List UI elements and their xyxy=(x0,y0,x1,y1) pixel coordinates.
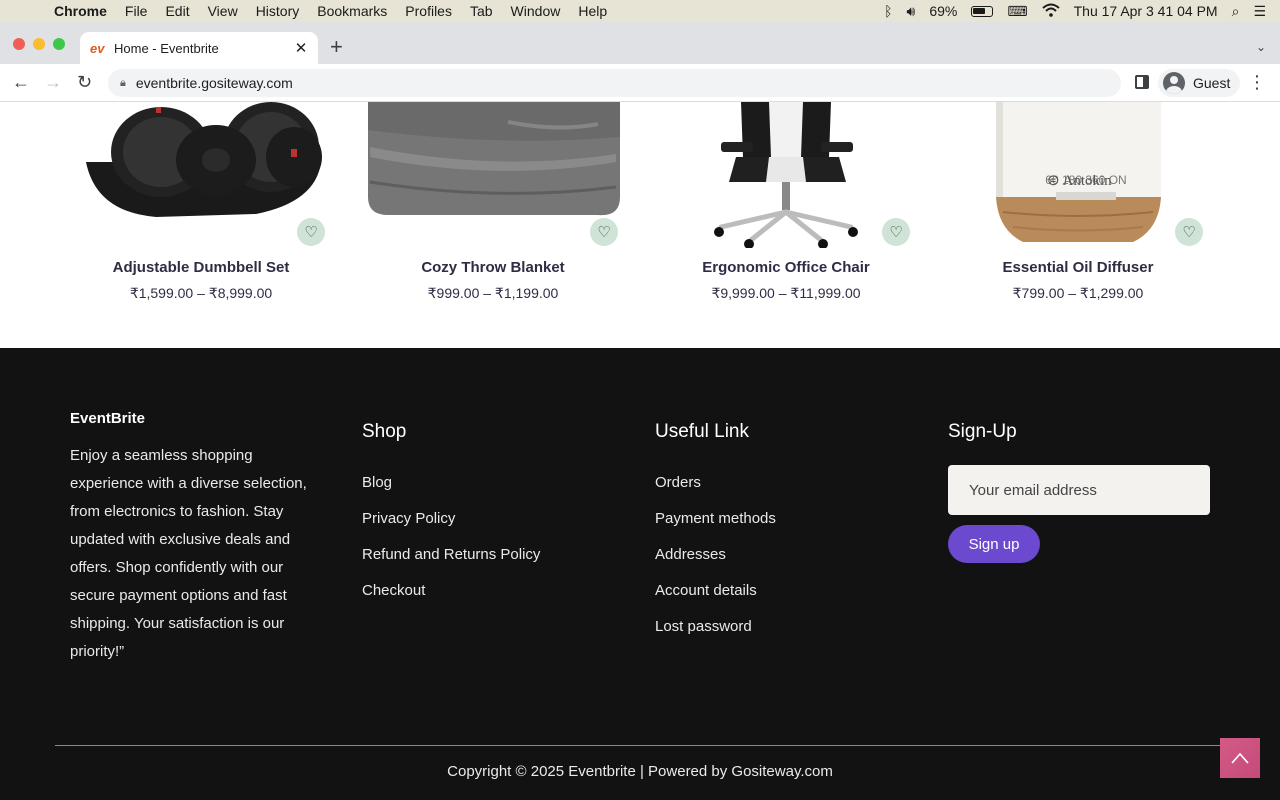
footer-link-blog[interactable]: Blog xyxy=(362,472,540,508)
product-price: ₹9,999.00 – ₹11,999.00 xyxy=(711,285,861,301)
chevron-up-icon xyxy=(1231,748,1249,769)
menu-window[interactable]: Window xyxy=(511,3,561,19)
copyright-text: Copyright © 2025 Eventbrite | Powered by… xyxy=(447,763,833,780)
bluetooth-icon[interactable]: ᛒ xyxy=(884,3,892,19)
diffuser-brand-text: Antokin xyxy=(1062,173,1112,189)
url-text[interactable]: eventbrite.gositeway.com xyxy=(136,75,293,91)
menu-history[interactable]: History xyxy=(256,3,300,19)
site-footer: EventBrite Enjoy a seamless shopping exp… xyxy=(0,348,1280,800)
battery-icon[interactable] xyxy=(971,5,994,17)
shop-heading: Shop xyxy=(362,421,407,442)
new-tab-button[interactable]: + xyxy=(330,36,343,58)
diffuser-brand-label: ⊜ Antokin xyxy=(1047,173,1112,189)
menu-tab[interactable]: Tab xyxy=(470,3,493,19)
product-name[interactable]: Essential Oil Diffuser xyxy=(943,259,1213,276)
product-card[interactable]: ♡ Ergonomic Office Chair ₹9,999.00 – ₹11… xyxy=(651,102,921,348)
menu-help[interactable]: Help xyxy=(578,3,607,19)
product-card[interactable]: ♡ Cozy Throw Blanket ₹999.00 – ₹1,199.00 xyxy=(358,102,628,348)
os-menu-bar: Chrome File Edit View History Bookmarks … xyxy=(0,0,1280,22)
status-area: ᛒ 🔊︎ 69% ⌨ Thu 17 Apr 3 41 04 PM ⌕ ☰ xyxy=(884,0,1266,22)
spotlight-search-icon[interactable]: ⌕ xyxy=(1232,3,1240,20)
close-tab-icon[interactable]: ✕ xyxy=(290,39,312,57)
tab-title: Home - Eventbrite xyxy=(114,40,219,56)
email-field[interactable] xyxy=(948,465,1210,515)
close-window-button[interactable] xyxy=(13,38,25,50)
footer-link-account-details[interactable]: Account details xyxy=(655,580,776,616)
menu-bookmarks[interactable]: Bookmarks xyxy=(317,3,387,19)
footer-link-refund-returns[interactable]: Refund and Returns Policy xyxy=(362,544,540,580)
footer-about-text: Enjoy a seamless shopping experience wit… xyxy=(70,447,307,660)
reload-button[interactable]: ↻ xyxy=(77,72,92,93)
menu-file[interactable]: File xyxy=(125,3,148,19)
menu-edit[interactable]: Edit xyxy=(165,3,189,19)
wifi-icon[interactable] xyxy=(1041,3,1060,20)
control-center-icon[interactable]: ☰ xyxy=(1253,3,1266,20)
footer-link-checkout[interactable]: Checkout xyxy=(362,580,540,616)
footer-brand: EventBrite xyxy=(70,410,146,427)
product-card[interactable]: 60 180 360 ON ⊜ Antokin ♡ Essential Oil … xyxy=(943,102,1213,348)
product-name[interactable]: Adjustable Dumbbell Set xyxy=(66,259,336,276)
profile-label: Guest xyxy=(1193,75,1231,91)
footer-link-privacy-policy[interactable]: Privacy Policy xyxy=(362,508,540,544)
tab-favicon: ev xyxy=(90,40,105,56)
product-image-dumbbells[interactable] xyxy=(66,102,336,248)
chrome-menu-icon[interactable]: ⋮ xyxy=(1248,72,1266,93)
useful-links-heading: Useful Link xyxy=(655,421,749,442)
battery-percent[interactable]: 69% xyxy=(929,3,957,19)
product-name[interactable]: Ergonomic Office Chair xyxy=(651,259,921,276)
menu-app-name[interactable]: Chrome xyxy=(54,3,107,19)
sign-up-button[interactable]: Sign up xyxy=(948,525,1040,563)
guest-avatar-icon xyxy=(1163,72,1185,94)
menu-profiles[interactable]: Profiles xyxy=(405,3,452,19)
product-price: ₹999.00 – ₹1,199.00 xyxy=(427,285,559,301)
product-price: ₹1,599.00 – ₹8,999.00 xyxy=(129,285,273,301)
product-price: ₹799.00 – ₹1,299.00 xyxy=(1012,285,1144,301)
back-button[interactable]: ← xyxy=(12,72,30,93)
product-name[interactable]: Cozy Throw Blanket xyxy=(358,259,628,276)
scroll-to-top-button[interactable] xyxy=(1220,738,1260,778)
footer-divider xyxy=(55,745,1225,746)
browser-toolbar: ← → ↻ 🔒︎ eventbrite.gositeway.com Guest … xyxy=(0,64,1280,102)
forward-button[interactable]: → xyxy=(44,72,62,93)
browser-tab-active[interactable]: ev Home - Eventbrite ✕ xyxy=(80,32,318,64)
profile-button[interactable]: Guest xyxy=(1158,69,1240,97)
minimize-window-button[interactable] xyxy=(33,38,45,50)
volume-icon[interactable]: 🔊︎ xyxy=(907,3,916,20)
useful-links: Orders Payment methods Addresses Account… xyxy=(655,472,776,652)
wishlist-heart-icon[interactable]: ♡ xyxy=(590,218,618,246)
product-image-office-chair[interactable] xyxy=(651,102,921,248)
footer-link-orders[interactable]: Orders xyxy=(655,472,776,508)
product-image-diffuser[interactable]: 60 180 360 ON ⊜ Antokin xyxy=(943,102,1213,248)
maximize-window-button[interactable] xyxy=(53,38,65,50)
wishlist-heart-icon[interactable]: ♡ xyxy=(297,218,325,246)
address-bar[interactable]: 🔒︎ eventbrite.gositeway.com xyxy=(108,69,1121,97)
footer-link-payment-methods[interactable]: Payment methods xyxy=(655,508,776,544)
web-page: ♡ Adjustable Dumbbell Set ₹1,599.00 – ₹8… xyxy=(0,102,1280,800)
shop-links: Blog Privacy Policy Refund and Returns P… xyxy=(362,472,540,616)
product-image-blanket[interactable] xyxy=(358,102,628,248)
footer-link-lost-password[interactable]: Lost password xyxy=(655,616,776,652)
wishlist-heart-icon[interactable]: ♡ xyxy=(882,218,910,246)
lock-icon[interactable]: 🔒︎ xyxy=(120,77,126,90)
keyboard-input-icon[interactable]: ⌨ xyxy=(1007,3,1027,20)
footer-link-addresses[interactable]: Addresses xyxy=(655,544,776,580)
product-grid: ♡ Adjustable Dumbbell Set ₹1,599.00 – ₹8… xyxy=(0,102,1280,348)
menu-view[interactable]: View xyxy=(208,3,238,19)
tab-search-chevron-icon[interactable]: ⌄ xyxy=(1256,40,1266,54)
product-card[interactable]: ♡ Adjustable Dumbbell Set ₹1,599.00 – ₹8… xyxy=(66,102,336,348)
wishlist-heart-icon[interactable]: ♡ xyxy=(1175,218,1203,246)
side-panel-icon[interactable] xyxy=(1135,75,1149,89)
clock[interactable]: Thu 17 Apr 3 41 04 PM xyxy=(1074,3,1218,19)
browser-tab-strip: ev Home - Eventbrite ✕ + ⌄ xyxy=(0,22,1280,64)
signup-heading: Sign-Up xyxy=(948,421,1017,442)
